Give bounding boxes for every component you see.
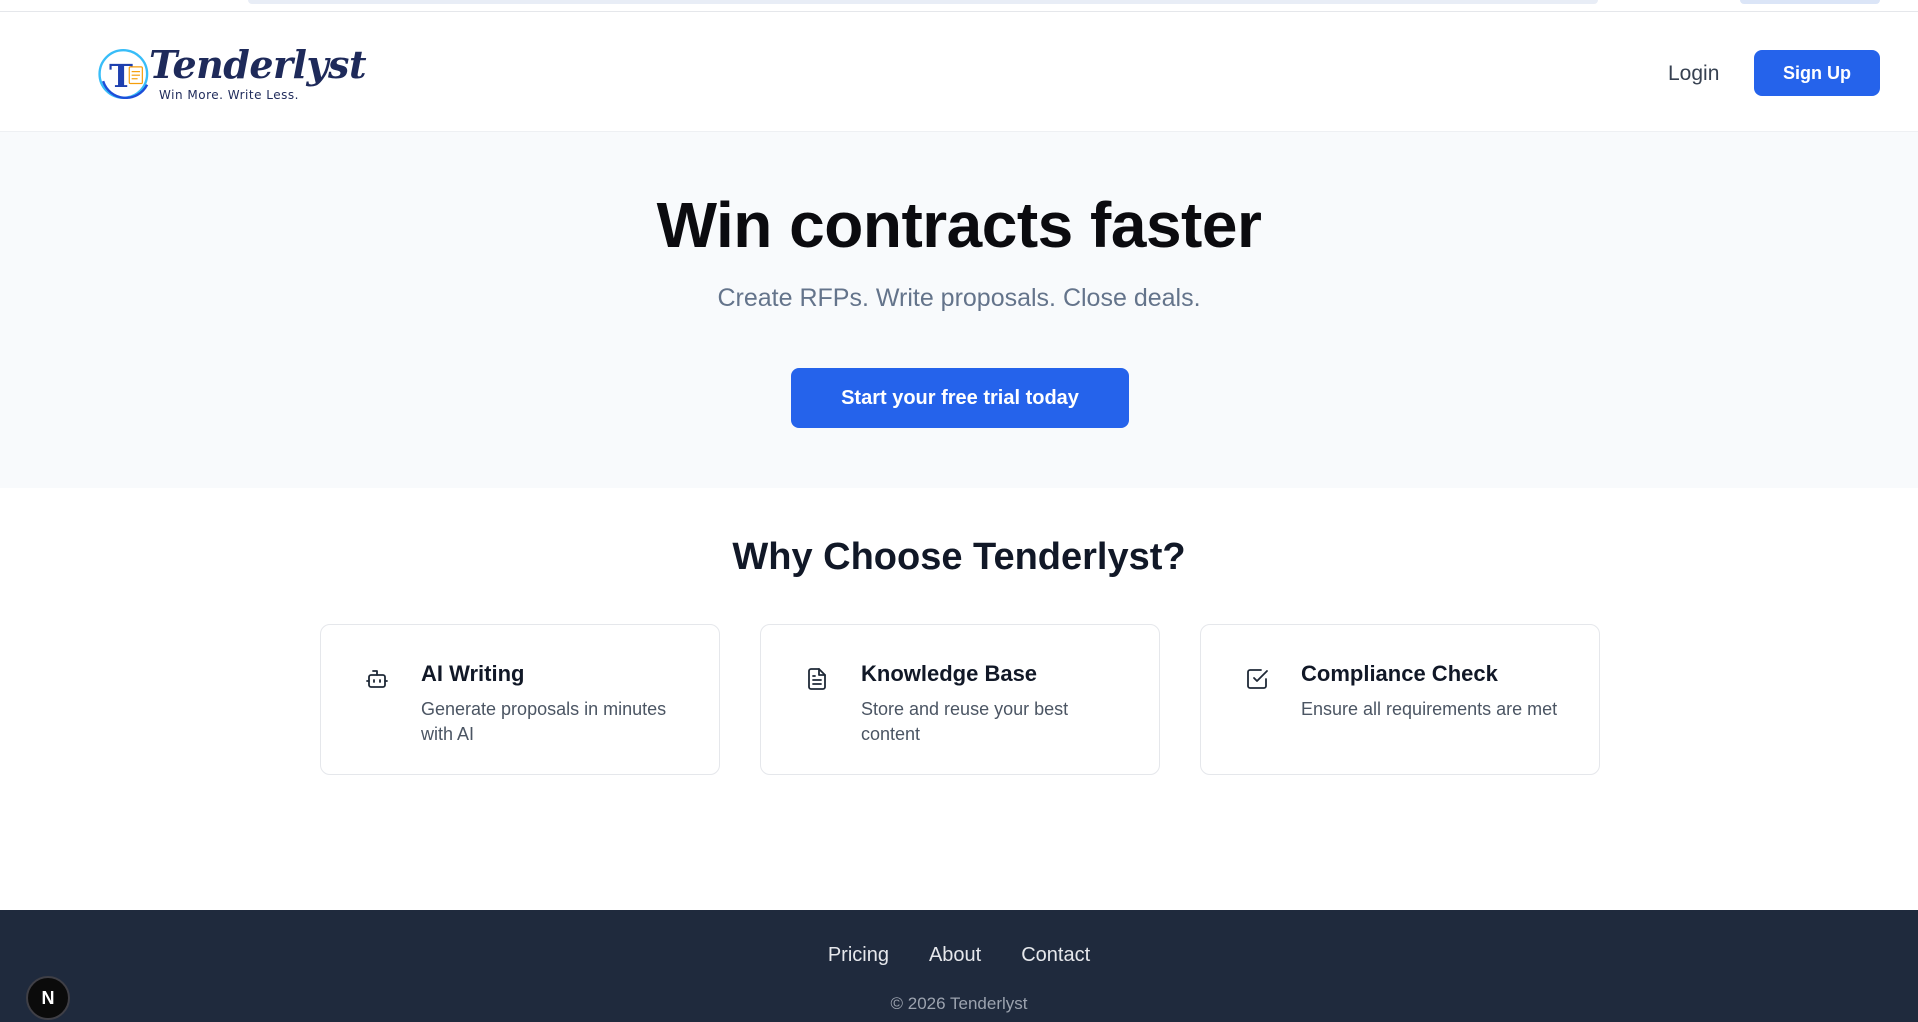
top-strip-bar — [1740, 0, 1880, 4]
feature-card-title: Knowledge Base — [861, 661, 1038, 686]
footer-link-pricing[interactable]: Pricing — [828, 944, 889, 967]
logo-text: Tenderlyst Win More. Write Less. — [149, 42, 366, 103]
nextjs-icon: N — [41, 987, 55, 1008]
feature-card-compliance-check: Compliance Check Ensure all requirements… — [1200, 624, 1600, 775]
feature-card-title: Compliance Check — [1301, 661, 1498, 686]
copyright-text: © 2026 Tenderlyst — [890, 994, 1028, 1013]
hero-subtitle: Create RFPs. Write proposals. Close deal… — [717, 284, 1201, 312]
bot-icon — [366, 670, 388, 688]
hero-title: Win contracts faster — [656, 189, 1262, 261]
feature-card-description: Ensure all requirements are met — [1301, 699, 1558, 719]
site-footer: Pricing About Contact © 2026 Tenderlyst — [0, 910, 1918, 1022]
site-header: T Tenderlyst Win More. Write Less. Login… — [0, 12, 1918, 132]
top-strip-bar — [248, 0, 1598, 4]
feature-card-description: Store and reuse your best content — [861, 699, 1069, 744]
browser-top-strip — [0, 0, 1918, 12]
hero-section: Win contracts faster Create RFPs. Write … — [0, 132, 1918, 488]
feature-card-knowledge-base: Knowledge Base Store and reuse your best… — [760, 624, 1160, 775]
document-icon — [808, 668, 826, 690]
feature-card-title: AI Writing — [421, 661, 525, 686]
logo-name: Tenderlyst — [149, 42, 366, 87]
logo-tagline: Win More. Write Less. — [159, 88, 299, 102]
feature-card-ai-writing: AI Writing Generate proposals in minutes… — [320, 624, 720, 775]
logo-mark-icon: T — [98, 49, 149, 99]
checkbox-icon — [1247, 669, 1268, 689]
signup-button[interactable]: Sign Up — [1754, 50, 1880, 96]
footer-link-contact[interactable]: Contact — [1021, 944, 1090, 967]
feature-card-description: Generate proposals in minutes with AI — [421, 699, 667, 744]
nextjs-dev-badge[interactable]: N — [26, 976, 70, 1020]
login-link[interactable]: Login — [1668, 62, 1719, 86]
footer-nav: Pricing About Contact — [0, 944, 1918, 967]
free-trial-button[interactable]: Start your free trial today — [791, 368, 1129, 428]
footer-link-about[interactable]: About — [929, 944, 981, 967]
features-title: Why Choose Tenderlyst? — [732, 536, 1186, 578]
brand-logo[interactable]: T Tenderlyst Win More. Write Less. — [96, 24, 366, 124]
